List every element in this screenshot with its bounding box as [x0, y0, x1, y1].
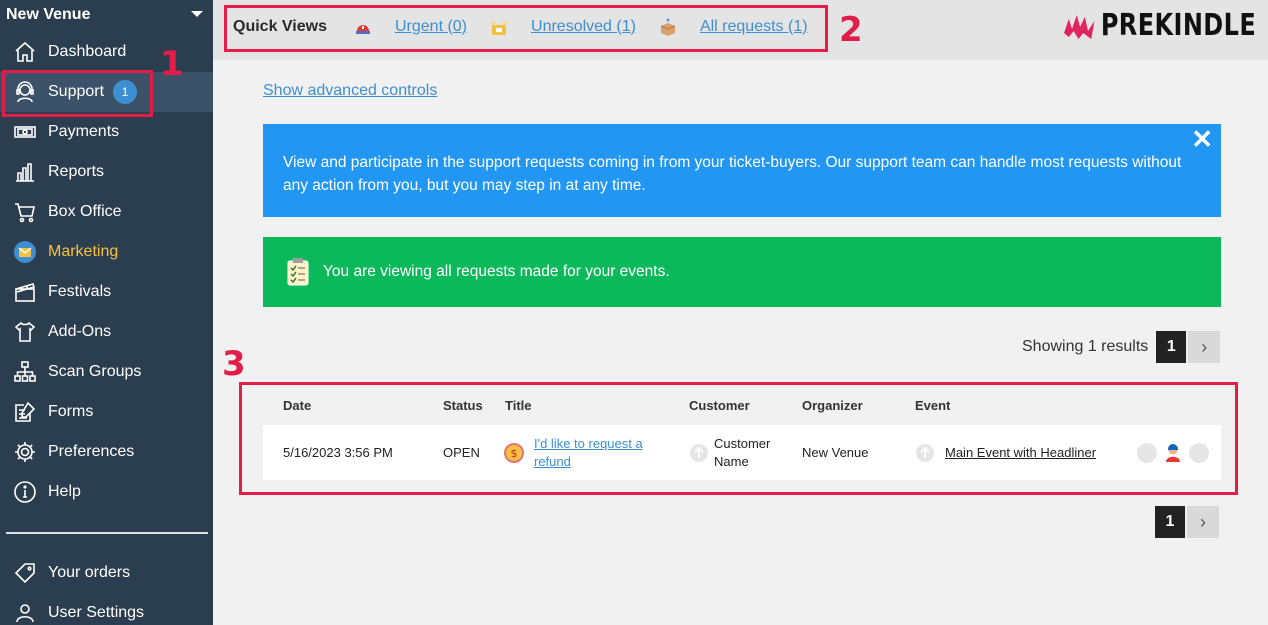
- form-edit-icon: [12, 399, 38, 425]
- sidebar-item-forms[interactable]: Forms: [0, 392, 213, 432]
- page-1-button[interactable]: 1: [1156, 331, 1187, 363]
- tshirt-icon: [12, 319, 38, 345]
- sidebar-item-label: Box Office: [48, 203, 122, 220]
- success-banner: You are viewing all requests made for yo…: [263, 237, 1221, 307]
- sidebar-item-marketing[interactable]: Marketing: [0, 232, 213, 272]
- sidebar-item-your-orders[interactable]: Your orders: [0, 553, 213, 593]
- annotation-number-1: 1: [160, 44, 184, 84]
- annotation-box-1: [2, 70, 153, 117]
- sidebar-item-add-ons[interactable]: Add-Ons: [0, 312, 213, 352]
- sidebar-item-label: Help: [48, 483, 81, 500]
- clapperboard-icon: [12, 279, 38, 305]
- sidebar-item-label: Forms: [48, 403, 94, 420]
- bar-chart-icon: [12, 159, 38, 185]
- sidebar-item-box-office[interactable]: Box Office: [0, 192, 213, 232]
- annotation-box-2: [224, 5, 828, 52]
- cart-icon: [12, 199, 38, 225]
- bottom-pagination: 1 ›: [1147, 506, 1219, 538]
- info-banner-text: View and participate in the support requ…: [283, 154, 1182, 194]
- logo-text: PREKINDLE: [1100, 8, 1256, 43]
- sidebar-item-label: Scan Groups: [48, 363, 142, 380]
- org-chart-icon: [12, 359, 38, 385]
- venue-name: New Venue: [6, 6, 91, 23]
- tag-icon: [12, 560, 38, 586]
- sidebar-item-scan-groups[interactable]: Scan Groups: [0, 352, 213, 392]
- sidebar-item-label: Reports: [48, 163, 105, 180]
- money-icon: [12, 119, 38, 145]
- sidebar-divider: [6, 532, 208, 534]
- next-page-button[interactable]: ›: [1188, 331, 1221, 363]
- sidebar-item-user-settings[interactable]: User Settings: [0, 593, 213, 625]
- sidebar-item-label: Your orders: [48, 564, 131, 581]
- sidebar-item-preferences[interactable]: Preferences: [0, 432, 213, 472]
- sidebar-item-label: Festivals: [48, 283, 112, 300]
- sidebar-item-reports[interactable]: Reports: [0, 152, 213, 192]
- close-icon[interactable]: ✕: [1191, 126, 1213, 152]
- results-count: Showing 1 results: [1022, 338, 1149, 355]
- sidebar-item-label: Add-Ons: [48, 323, 112, 340]
- flame-logo-icon: [1063, 14, 1095, 39]
- show-advanced-controls-link[interactable]: Show advanced controls: [263, 82, 437, 100]
- sidebar-item-label: Preferences: [48, 443, 135, 460]
- gear-icon: [12, 439, 38, 465]
- success-banner-text: You are viewing all requests made for yo…: [323, 263, 670, 280]
- annotation-number-3: 3: [222, 344, 246, 384]
- prekindle-logo[interactable]: PREKINDLE: [1062, 8, 1256, 43]
- sidebar-item-label: Marketing: [48, 243, 119, 260]
- home-icon: [12, 39, 38, 65]
- user-icon: [12, 600, 38, 625]
- top-pagination: Showing 1 results 1 ›: [1022, 331, 1221, 363]
- annotation-number-2: 2: [839, 10, 863, 50]
- next-page-button[interactable]: ›: [1187, 506, 1219, 538]
- venue-selector[interactable]: New Venue: [0, 0, 213, 30]
- chevron-down-icon[interactable]: [191, 11, 203, 17]
- page-1-button[interactable]: 1: [1155, 506, 1185, 538]
- sidebar-item-label: Payments: [48, 123, 120, 140]
- sidebar-item-payments[interactable]: Payments: [0, 112, 213, 152]
- info-banner: View and participate in the support requ…: [263, 124, 1221, 217]
- info-icon: [12, 479, 38, 505]
- clipboard-checklist-icon: [287, 258, 309, 286]
- sidebar-item-festivals[interactable]: Festivals: [0, 272, 213, 312]
- sidebar-item-help[interactable]: Help: [0, 472, 213, 512]
- sidebar-item-label: Dashboard: [48, 43, 127, 60]
- sidebar-item-label: User Settings: [48, 604, 145, 621]
- mail-icon: [12, 239, 38, 265]
- annotation-box-3: [239, 382, 1238, 495]
